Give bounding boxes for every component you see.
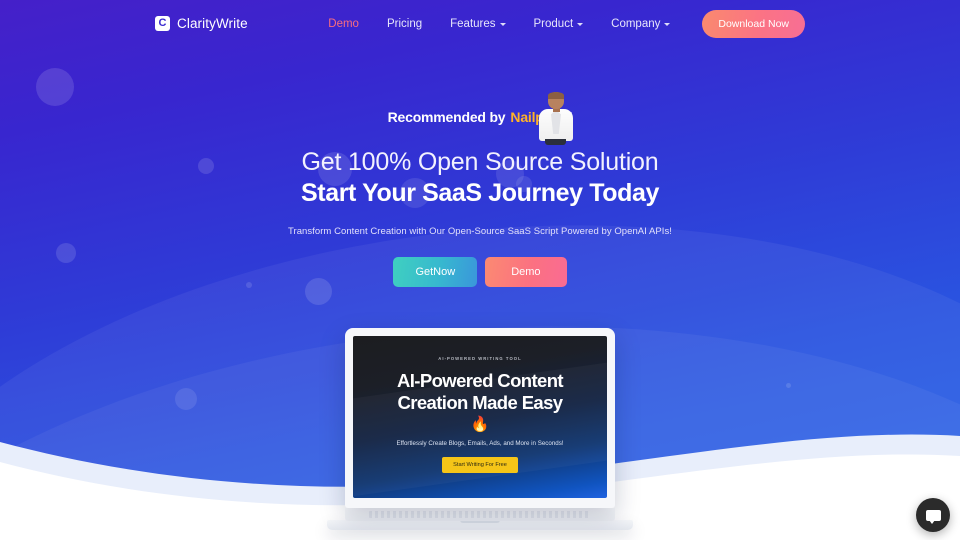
nav-links: Demo Pricing Features Product Company (314, 18, 684, 30)
nav-item-company[interactable]: Company (597, 18, 684, 30)
nav-item-pricing[interactable]: Pricing (373, 18, 436, 30)
nav-item-demo[interactable]: Demo (314, 18, 373, 30)
laptop-lid: AI-POWERED WRITING TOOL AI-Powered Conte… (345, 328, 615, 508)
nav-item-product[interactable]: Product (520, 18, 598, 30)
nav-item-label: Features (450, 17, 496, 30)
laptop-screen: AI-POWERED WRITING TOOL AI-Powered Conte… (353, 336, 607, 498)
landing-page: C ClarityWrite Demo Pricing Features Produc… (0, 0, 960, 540)
recommender-portrait (537, 92, 575, 145)
recommended-badge: Recommended by Nailptel (0, 90, 960, 144)
laptop-keys (369, 511, 591, 518)
brand-name: ClarityWrite (177, 16, 248, 31)
laptop-mockup: AI-POWERED WRITING TOOL AI-Powered Conte… (327, 328, 633, 540)
fire-emoji-icon: 🔥 (470, 415, 490, 433)
hero-cta-row: GetNow Demo (0, 257, 960, 287)
start-writing-for-free-button[interactable]: Start Writing For Free (442, 456, 518, 473)
brand-mark-icon: C (155, 16, 170, 31)
headline-line-2: Start Your SaaS Journey Today (301, 178, 659, 207)
nav-item-label: Company (611, 17, 661, 30)
nav-item-features[interactable]: Features (436, 18, 519, 30)
chevron-down-icon (577, 23, 584, 26)
nav-item-label: Product (533, 17, 574, 30)
get-now-button[interactable]: GetNow (393, 257, 478, 287)
nav-item-label: Demo (328, 17, 359, 30)
brand-logo[interactable]: C ClarityWrite (155, 16, 248, 31)
hero-headline: Get 100% Open Source Solution Start Your… (0, 148, 960, 208)
chevron-down-icon (499, 23, 506, 26)
screen-kicker: AI-POWERED WRITING TOOL (438, 356, 522, 361)
headline-line-1: Get 100% Open Source Solution (301, 148, 659, 176)
screen-title-line-2: Creation Made Easy (397, 391, 563, 413)
chat-widget-button[interactable] (916, 498, 950, 532)
screen-subtitle: Effortlessly Create Blogs, Emails, Ads, … (396, 439, 564, 447)
recommended-prefix: Recommended by (387, 109, 506, 125)
screen-title: AI-Powered Content Creation Made Easy (397, 370, 564, 414)
chevron-down-icon (664, 23, 671, 26)
download-now-button[interactable]: Download Now (702, 9, 805, 38)
chat-bubble-icon (925, 509, 941, 524)
screen-title-line-1: AI-Powered Content (397, 370, 564, 391)
nav-item-label: Pricing (386, 17, 423, 30)
demo-button[interactable]: Demo (485, 257, 567, 287)
navbar: C ClarityWrite Demo Pricing Features Produc… (0, 0, 960, 47)
hero-subtitle: Transform Content Creation with Our Open… (288, 226, 672, 237)
